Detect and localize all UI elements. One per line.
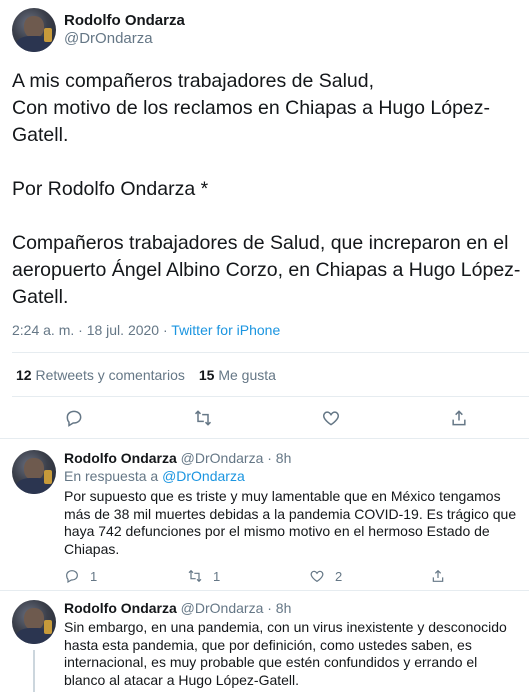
author-name[interactable]: Rodolfo Ondarza [64,450,177,466]
author-name[interactable]: Rodolfo Ondarza [64,600,177,616]
divider [0,590,529,591]
like-icon [310,570,324,583]
reply-button[interactable]: 1 [64,568,97,584]
tweet-source[interactable]: Twitter for iPhone [171,322,280,338]
author-handle[interactable]: @DrOndarza [181,450,264,466]
share-button[interactable] [449,408,473,432]
like-button[interactable]: 2 [309,568,342,584]
like-icon [322,411,340,426]
tweet-stats: 12 Retweets y comentarios 15 Me gusta [16,367,276,383]
reply-text: Sin embargo, en una pandemia, con un vir… [64,619,507,688]
divider [12,352,529,353]
reply-time[interactable]: · 8h [267,450,291,466]
retweet-button[interactable] [193,408,217,432]
reply-text: Por supuesto que es triste y muy lamenta… [64,488,517,557]
retweet-count: 1 [213,568,221,584]
retweets-label: Retweets y comentarios [35,367,185,383]
tweet-actions [0,404,529,434]
divider [12,396,529,397]
tweet-text: A mis compañeros trabajadores de Salud, … [12,70,521,308]
reply-to: En respuesta a @DrOndarza [64,468,245,484]
reply-button[interactable] [64,408,88,432]
share-icon [432,569,444,582]
author-name[interactable]: Rodolfo Ondarza [64,12,185,29]
thread-line [33,650,35,692]
like-button[interactable] [321,408,345,432]
reply-actions: 1 1 2 [64,568,484,588]
likes-label: Me gusta [218,367,276,383]
reply-header: Rodolfo Ondarza @DrOndarza · 8h [64,600,291,616]
reply-to-prefix: En respuesta a [64,468,163,484]
retweet-button[interactable]: 1 [187,568,220,584]
reply-icon [66,570,78,584]
retweets-count: 12 [16,367,32,383]
divider [0,438,529,439]
avatar[interactable] [12,8,56,52]
tweet-meta: 2:24 a. m. · 18 jul. 2020 · Twitter for … [12,322,280,338]
avatar[interactable] [12,450,56,494]
tweet-timestamp[interactable]: 2:24 a. m. · 18 jul. 2020 [12,322,159,338]
like-count: 2 [335,568,343,584]
reply-to-link[interactable]: @DrOndarza [162,468,245,484]
author-handle[interactable]: @DrOndarza [64,30,153,47]
share-icon [452,410,466,426]
author-handle[interactable]: @DrOndarza [181,600,264,616]
meta-separator: · [159,322,172,338]
retweet-icon [188,569,202,583]
reply-icon [66,410,82,427]
reply-time[interactable]: · 8h [267,600,291,616]
likes-count: 15 [198,367,215,383]
retweets-stat[interactable]: 12 Retweets y comentarios [16,367,185,383]
retweet-icon [194,410,212,426]
reply-count: 1 [90,568,98,584]
likes-stat[interactable]: 15 Me gusta [199,367,276,383]
share-button[interactable] [430,568,456,584]
reply-header: Rodolfo Ondarza @DrOndarza · 8h [64,450,291,466]
avatar[interactable] [12,600,56,644]
